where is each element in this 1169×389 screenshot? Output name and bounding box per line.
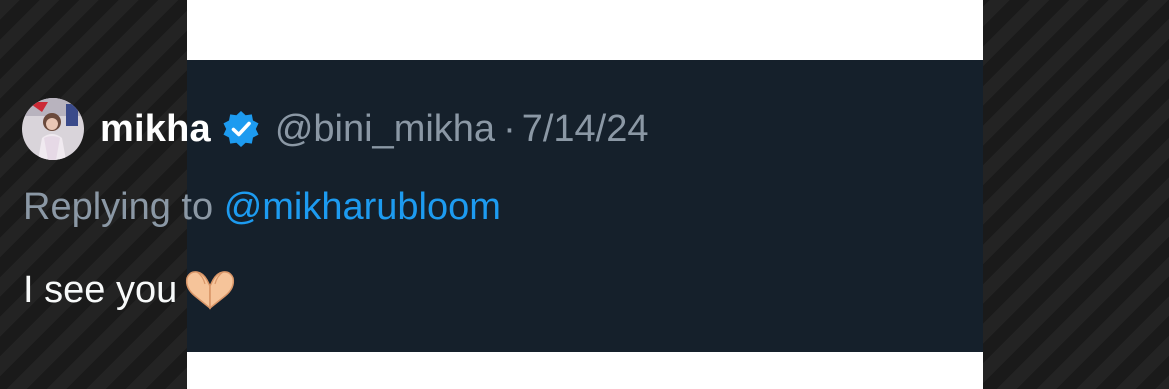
display-name[interactable]: mikha [100, 108, 211, 151]
tweet-text: I see you [23, 268, 239, 312]
tweet-header: mikha @bini_mikha · 7/14/24 [22, 98, 649, 160]
tweet-body-text: I see you [23, 268, 178, 311]
replying-to-mention-link[interactable]: @mikharubloom [224, 186, 501, 228]
user-handle[interactable]: @bini_mikha [275, 108, 495, 151]
heart-hands-icon [181, 268, 239, 312]
tweet-date[interactable]: 7/14/24 [522, 108, 649, 151]
replying-to-label: Replying to [23, 186, 214, 228]
avatar[interactable] [22, 98, 84, 160]
verified-badge-icon [221, 109, 261, 149]
replying-to-line: Replying to @mikharubloom [23, 186, 501, 229]
separator-dot: · [503, 107, 516, 150]
